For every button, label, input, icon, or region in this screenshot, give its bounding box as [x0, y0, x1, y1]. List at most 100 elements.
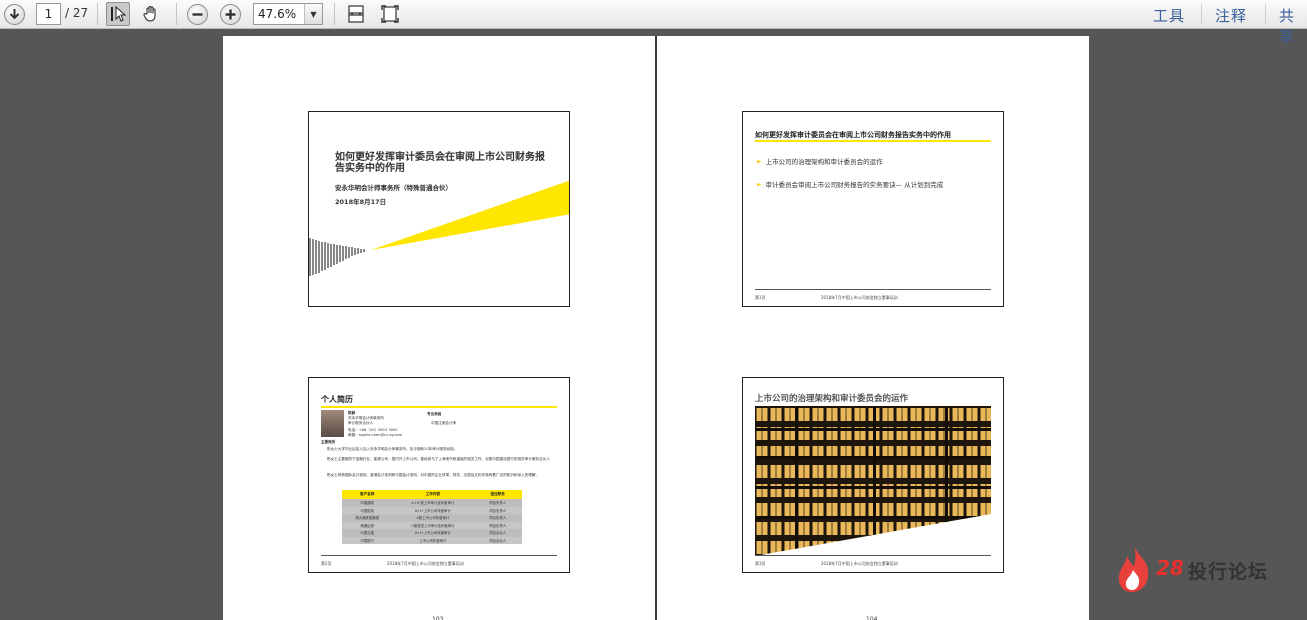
- table-row: 中国交建 A+H 上市公司年度审计 项目合伙人: [342, 529, 522, 537]
- zoom-out-button[interactable]: [187, 2, 208, 26]
- agenda-item-label: 上市公司的治理架构和审计委员会的运作: [765, 158, 883, 166]
- fit-page-icon: [381, 5, 399, 23]
- avatar: [321, 410, 344, 437]
- fit-width-icon: [348, 5, 364, 23]
- slide-title: 如何更好发挥审计委员会在审阅上市公司财务报告实务中的作用 安永华明会计师事务所（…: [308, 111, 570, 307]
- zoom-in-button[interactable]: [220, 2, 241, 26]
- text-cursor-arrow-icon: [111, 5, 127, 22]
- table-row: 中国建筑 A+H 股上市审计及年度审计 项目负责人: [342, 499, 522, 507]
- slide-footer-page: 第1页: [755, 295, 766, 300]
- page-number-label: 103: [432, 616, 444, 620]
- arrow-down-icon: [4, 3, 25, 25]
- table-cell: 海通证券: [360, 523, 374, 528]
- watermark-logo: 28 投行论坛 www.28touhang.com: [1112, 544, 1292, 596]
- watermark-name: 投行论坛: [1188, 561, 1269, 583]
- table-row: 海通证券 H股首发上市审计及年度审计 项目负责人: [342, 521, 522, 529]
- table-row: 中国银行 上市公司年度审计 项目合伙人: [342, 536, 522, 544]
- agenda-item-label: 审计委员会审阅上市公司财务报告的实务要诀— 从计划到完成: [765, 181, 944, 189]
- table-cell: A股上市公司年度审计: [416, 516, 450, 521]
- table-cell: 项目合伙人: [489, 531, 507, 536]
- minus-icon: [187, 3, 208, 25]
- table-cell: 中国国电: [360, 508, 374, 513]
- plus-icon: [220, 3, 241, 25]
- flame-icon: [1118, 546, 1149, 592]
- slide-agenda-heading: 如何更好发挥审计委员会在审阅上市公司财务报告实务中的作用: [755, 131, 951, 139]
- table-cell: 上市公司年度审计: [419, 538, 447, 543]
- watermark-number: 28: [1156, 556, 1184, 580]
- menu-divider: [1265, 4, 1266, 24]
- agenda-item: ► 上市公司的治理架构和审计委员会的运作: [757, 156, 883, 167]
- cv-role: 审计服务合伙人: [348, 421, 374, 425]
- cv-bio-item: 陈女士主要服务于金融行业，能源公司，国内外上市公司。曾经参与了上海电气和重组的相…: [327, 457, 550, 461]
- cv-bio-label: 主要简历: [321, 440, 336, 444]
- table-row: 周大福珠宝集团 A股上市公司年度审计 项目负责人: [342, 514, 522, 522]
- table-cell: 项目负责人: [489, 523, 507, 528]
- table-cell: A+H 上市公司年度审计: [414, 531, 451, 536]
- slide-agenda: 如何更好发挥审计委员会在审阅上市公司财务报告实务中的作用 ► 上市公司的治理架构…: [742, 111, 1004, 307]
- table-body: 中国建筑 A+H 股上市审计及年度审计 项目负责人 中国国电 A+H 上市公司年…: [342, 499, 522, 544]
- hand-tool-button[interactable]: [139, 2, 163, 26]
- table-header-row: 客户名称 工作内容 担任职务: [342, 490, 522, 499]
- slide-title-heading: 如何更好发挥审计委员会在审阅上市公司财务报告实务中的作用: [335, 152, 545, 174]
- accent-rule: [755, 140, 991, 142]
- hand-icon: [143, 6, 156, 22]
- toolbar-divider: [97, 3, 98, 25]
- footer-rule: [755, 555, 991, 556]
- triangle-bullet-icon: ►: [757, 157, 762, 165]
- cv-cert: 中国注册会计师: [431, 421, 457, 425]
- slide-section: 上市公司的治理架构和审计委员会的运作 第3页 2018年7月中国上市公司协会独立…: [742, 377, 1004, 573]
- menu-tools[interactable]: 工具: [1153, 5, 1185, 26]
- slide-footer-page: 第3页: [755, 561, 766, 566]
- cv-bio-item: 陈女士大学毕业后加入加入安永华明会计师事务所，至今拥有20年审计服务经验。: [327, 447, 458, 451]
- page-total: / 27: [65, 6, 89, 20]
- cv-clients-table: 客户名称 工作内容 担任职务 中国建筑 A+H 股上市审计及年度审计 项目负责人…: [342, 490, 522, 544]
- slide-cv: 个人简历 陈静 安永华明会计师事务所 审计服务合伙人 电话：+86（10）581…: [308, 377, 570, 573]
- footer-rule: [321, 555, 557, 556]
- cv-cert-label: 专业资格: [427, 412, 442, 416]
- table-cell: 项目负责人: [489, 501, 507, 506]
- slide-footer-text: 2018年7月中国上市公司协会独立董事培训: [821, 295, 898, 300]
- slide-footer-page: 第2页: [321, 561, 332, 566]
- table-row: 中国国电 A+H 上市公司年度审计 项目负责人: [342, 506, 522, 514]
- slide-section-heading: 上市公司的治理架构和审计委员会的运作: [755, 394, 909, 404]
- table-cell: 中国建筑: [360, 501, 374, 506]
- cv-name: 陈静: [348, 411, 356, 415]
- office-building-photo: [755, 406, 991, 556]
- page-number-input[interactable]: 1: [36, 3, 61, 25]
- table-cell: 项目负责人: [489, 508, 507, 513]
- menu-divider: [1201, 4, 1202, 24]
- table-cell: 周大福珠宝集团: [355, 516, 380, 521]
- accent-rule: [321, 406, 557, 408]
- toolbar-divider: [334, 3, 335, 25]
- zoom-level-select[interactable]: 47.6% ▼: [253, 3, 323, 25]
- footer-rule: [755, 289, 991, 290]
- page-down-button[interactable]: [4, 2, 25, 26]
- cv-bio-item: 陈女士熟悉国际会计准则、香港会计准则和中国会计准则。对中国的企业改革，财务，法规…: [327, 473, 540, 477]
- triangle-bullet-icon: ►: [757, 180, 762, 188]
- menu-comment[interactable]: 注释: [1215, 5, 1247, 26]
- chevron-down-icon[interactable]: ▼: [304, 4, 322, 24]
- table-cell: 中国银行: [360, 538, 374, 543]
- table-header-cell: 客户名称: [360, 492, 375, 496]
- table-header-cell: 工作内容: [425, 492, 441, 496]
- cv-org: 安永华明会计师事务所: [348, 416, 384, 420]
- table-header-cell: 担任职务: [490, 492, 505, 496]
- zoom-level-value: 47.6%: [258, 7, 297, 21]
- slide-footer-text: 2018年7月中国上市公司协会独立董事培训: [821, 561, 898, 566]
- fit-width-button[interactable]: [345, 2, 367, 26]
- ey-beam-graphic: [309, 180, 569, 276]
- table-cell: 项目合伙人: [489, 538, 507, 543]
- table-cell: A+H 股上市审计及年度审计: [411, 501, 455, 506]
- toolbar-divider: [176, 3, 177, 25]
- toolbar: 1 / 27 47.6% ▼ 工具 注释 共享: [0, 0, 1307, 46]
- table-cell: H股首发上市审计及年度审计: [411, 523, 455, 528]
- table-cell: A+H 上市公司年度审计: [414, 508, 451, 513]
- menu-share[interactable]: 共享: [1279, 5, 1307, 47]
- agenda-item: ► 审计委员会审阅上市公司财务报告的实务要诀— 从计划到完成: [757, 179, 944, 190]
- cv-email: 邮箱：sophie.chen@cn.ey.com: [348, 433, 403, 437]
- table-cell: 项目负责人: [489, 516, 507, 521]
- fit-page-button[interactable]: [378, 2, 402, 26]
- slide-cv-heading: 个人简历: [321, 395, 353, 404]
- select-tool-button[interactable]: [106, 2, 130, 26]
- cv-phone: 电话：+86（10）5815 3000: [348, 428, 398, 432]
